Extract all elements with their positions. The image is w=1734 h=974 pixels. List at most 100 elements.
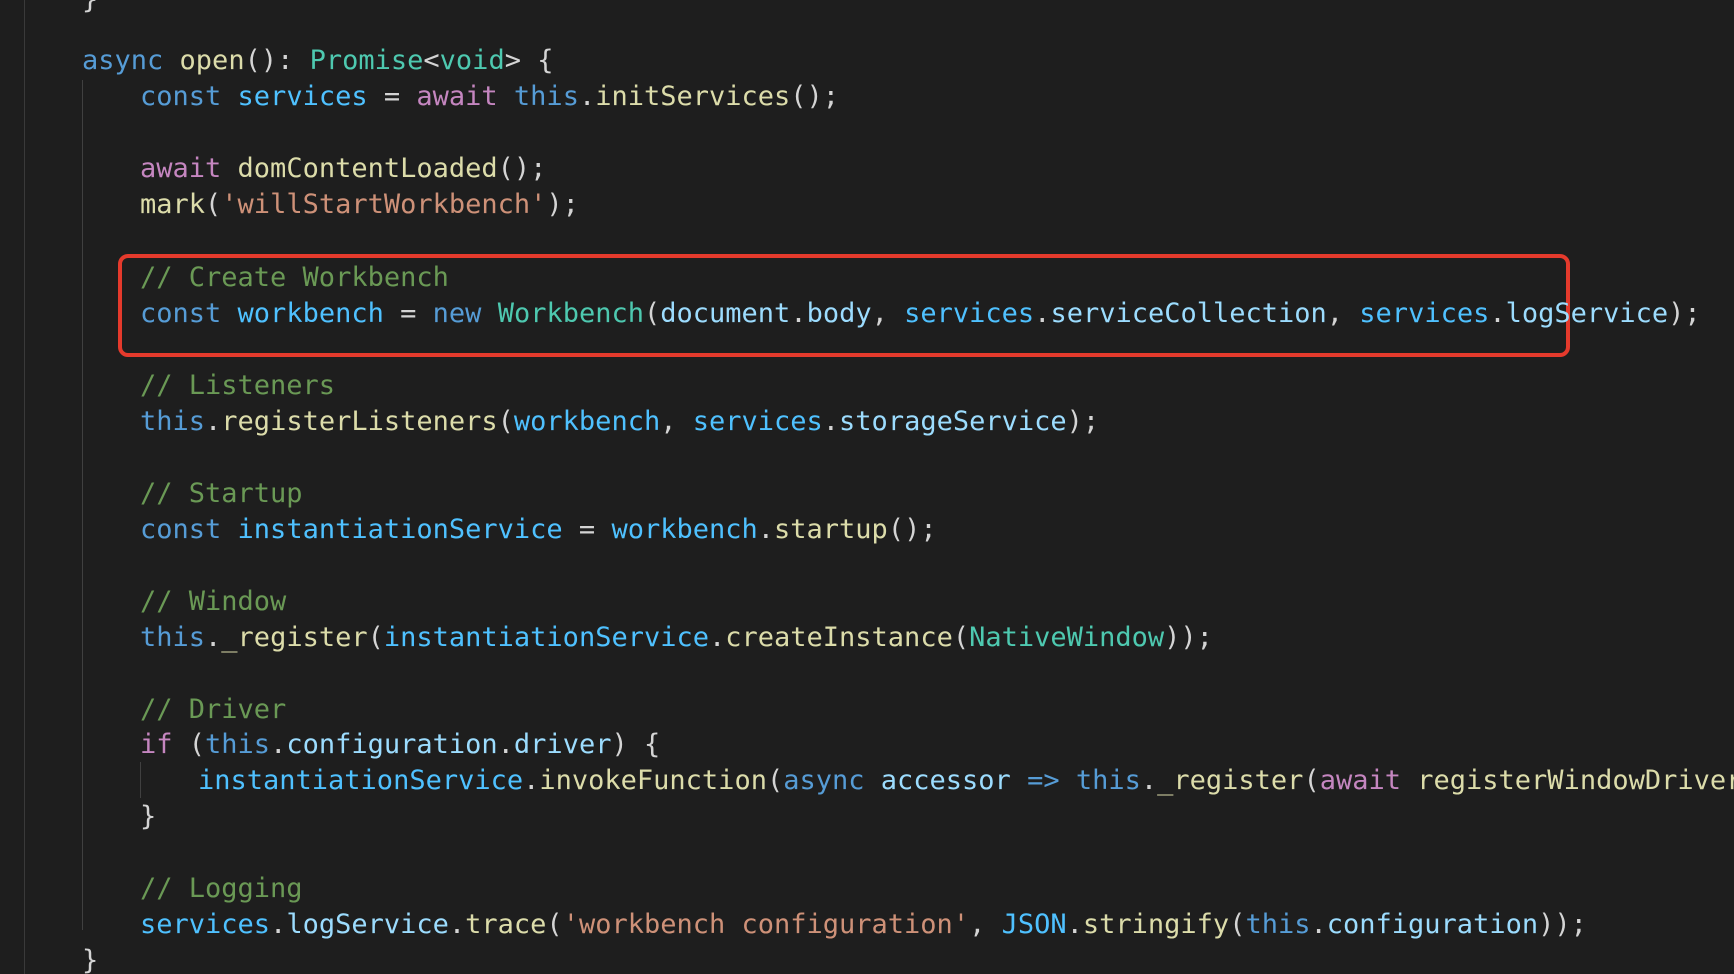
token: new [432,298,482,329]
token: await [416,81,498,112]
token: 'workbench configuration' [562,909,970,940]
comment-listeners: // Listeners [140,370,336,401]
token: workbench [611,514,758,545]
token: workbench [237,298,384,329]
token: ( [1303,765,1320,796]
code-line-bottom-brace: } [82,943,98,974]
token: trace [465,909,547,940]
token: instantiationService [383,622,709,653]
token: configuration [286,729,498,760]
token: . [822,406,840,437]
editor-left-border [24,0,25,974]
token: createInstance [725,622,953,653]
token: ( [952,622,970,653]
token: . [1034,298,1051,329]
token: await [1319,765,1401,796]
token: services [237,81,368,112]
token: . [708,622,726,653]
token: logService [286,909,449,940]
token: } [140,801,157,832]
token: ); [1668,298,1701,329]
token: = [383,298,433,329]
token: , [660,406,693,437]
token: mark [140,189,206,220]
token: storageService [839,406,1067,437]
token: startup [774,514,888,545]
token: instantiationService [237,514,563,545]
token: this [205,729,271,760]
token: domContentLoaded [237,153,498,184]
token: . [448,909,466,940]
token: } [82,0,98,15]
code-line-if-driver: if (this.configuration.driver) { [140,727,660,763]
token: services [692,406,823,437]
token: . [523,765,540,796]
token: )); [1164,622,1213,653]
token: services [1359,298,1490,329]
token: async [783,765,865,796]
token: this [140,622,206,653]
token: } [82,945,99,974]
token: ( [644,298,661,329]
token: logService [1505,298,1669,329]
token: ( [1229,909,1246,940]
token: 'willStartWorkbench' [221,189,547,220]
token: . [205,622,222,653]
token: invokeFunction [539,765,767,796]
token: this [1075,765,1141,796]
token: . [270,729,287,760]
comment-window: // Window [140,586,287,617]
token: Promise [309,45,424,76]
token: , [1326,298,1360,329]
code-line-log-trace: services.logService.trace('workbench con… [140,907,1587,943]
token: const [140,298,222,329]
code-line-open-signature: async open(): Promise<void> { [82,43,553,79]
code-line-mark: mark('willStartWorkbench'); [140,187,579,223]
comment-logging: // Logging [140,873,303,904]
code-line-top-brace: } [82,0,98,18]
token: stringify [1082,909,1230,940]
token: . [205,406,222,437]
code-line-register-window: this._register(instantiationService.crea… [140,620,1213,656]
code-line-register-listeners: this.registerListeners(workbench, servic… [140,404,1099,440]
token: . [1489,298,1506,329]
token: void [439,45,505,76]
token: . [757,514,775,545]
token: _register [221,622,368,653]
token: ) { [611,729,661,760]
token: initServices [595,81,791,112]
code-line-dom-content-loaded: await domContentLoaded(); [140,151,546,187]
token: )); [1538,909,1587,940]
token: , [969,909,1002,940]
token: ( [172,729,206,760]
token: Workbench [497,298,644,329]
token: , [871,298,905,329]
indent-guide-level-2 [140,762,141,798]
comment-startup: // Startup [140,478,303,509]
token: services [904,298,1035,329]
code-line-startup: const instantiationService = workbench.s… [140,512,937,548]
token: this [1245,909,1311,940]
token: . [578,81,596,112]
code-editor[interactable]: } async open(): Promise<void> { const se… [0,0,1734,974]
token: ( [205,189,222,220]
token: > { [504,45,554,76]
token: (): [244,45,310,76]
token: . [497,729,514,760]
token: ( [367,622,384,653]
token: const [140,514,222,545]
code-line-invoke-function: instantiationService.invokeFunction(asyn… [198,763,1734,799]
token: driver [513,729,612,760]
indent-guide-level-1 [82,80,83,930]
token: instantiationService [198,765,524,796]
comment-driver: // Driver [140,694,287,725]
code-line-if-close: } [140,799,156,835]
code-line-init-services: const services = await this.initServices… [140,79,839,115]
token: registerWindowDriver [1417,765,1734,796]
token: document [660,298,791,329]
code-line-create-workbench: const workbench = new Workbench(document… [140,296,1701,332]
token: accessor [880,765,1011,796]
token: ( [766,765,784,796]
token: ( [546,909,563,940]
